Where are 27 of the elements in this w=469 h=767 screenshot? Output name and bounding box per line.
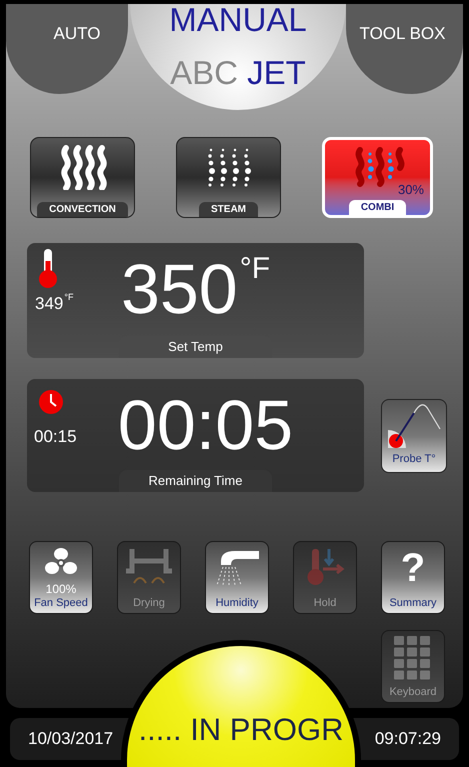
thermometer-icon	[37, 249, 59, 289]
function-button[interactable]: 100% Fan Speed	[29, 541, 93, 614]
cooking-mode-button[interactable]: 30% COMBI	[322, 137, 433, 218]
panel-label: Remaining Time	[119, 470, 272, 492]
clock-text: 09:07:29	[374, 728, 441, 750]
remaining-time: 00:05	[118, 385, 294, 465]
question-mark: ?	[400, 547, 426, 589]
fan-icon	[44, 547, 78, 577]
temperature-unit: °F	[64, 291, 74, 304]
clock-icon	[38, 389, 64, 415]
humidity-percent: 30%	[398, 181, 424, 199]
elapsed-time: 00:15	[34, 426, 77, 448]
mode-tab[interactable]: AUTO	[6, 4, 128, 94]
current-temperature: 349	[35, 293, 64, 315]
cooking-mode-button[interactable]: CONVECTION	[30, 137, 135, 218]
program-name: ABC JET	[169, 53, 307, 93]
fan-speed-value: 100%	[46, 583, 76, 596]
keypad-icon	[394, 636, 432, 680]
mode-tab[interactable]: TOOL BOX	[346, 4, 463, 94]
temperature-unit: °F	[240, 251, 270, 287]
date-text: 10/03/2017	[28, 728, 114, 750]
function-button[interactable]: ? Summary	[381, 541, 445, 614]
set-temperature: 350	[120, 249, 238, 329]
cooking-mode-button[interactable]: STEAM	[176, 137, 281, 218]
progress-text: ..... IN PROGR	[138, 710, 344, 748]
probe-button[interactable]: Probe T°	[381, 398, 447, 472]
function-button[interactable]: Humidity	[205, 541, 269, 614]
